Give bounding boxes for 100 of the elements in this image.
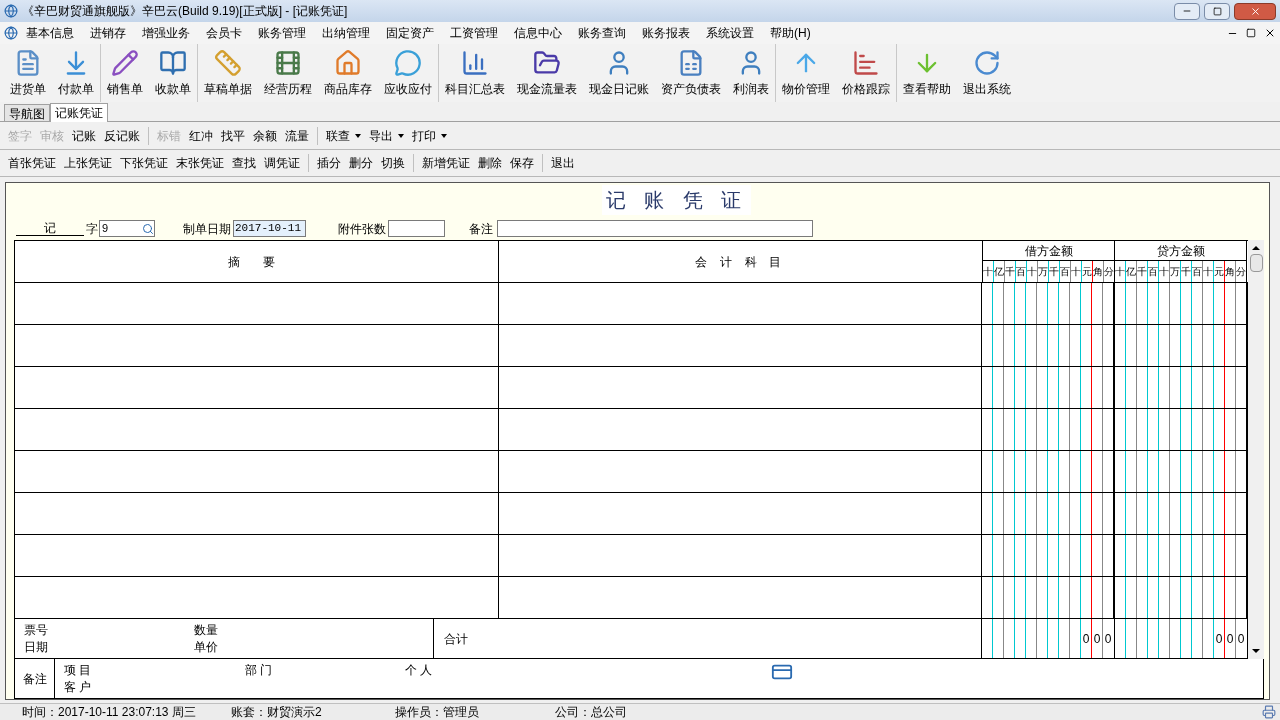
- nav-button[interactable]: 下张凭证: [116, 154, 172, 172]
- action-button[interactable]: 红冲: [185, 126, 217, 145]
- toolbar-button[interactable]: 物价管理: [776, 44, 836, 102]
- lookup-icon[interactable]: [142, 222, 154, 235]
- menu-item[interactable]: 账务报表: [634, 24, 698, 42]
- nav-button[interactable]: 保存: [506, 154, 538, 172]
- toolbar-button[interactable]: 经营历程: [258, 44, 318, 102]
- window-title: 《辛巴财贸通旗舰版》辛巴云(Build 9.19)[正式版] - [记账凭证]: [22, 3, 349, 20]
- restore-button[interactable]: [1204, 2, 1230, 20]
- menu-item[interactable]: 账务管理: [250, 24, 314, 42]
- customer-label: 客 户: [64, 678, 93, 696]
- voucher-type: 记: [16, 221, 84, 237]
- toolbar-button[interactable]: 现金流量表: [511, 44, 583, 102]
- nav-button[interactable]: 退出: [547, 154, 579, 172]
- menu-item[interactable]: 增强业务: [134, 24, 198, 42]
- note-field[interactable]: [497, 220, 813, 238]
- tab[interactable]: 记账凭证: [50, 103, 108, 122]
- digit-header: 千: [1137, 265, 1147, 279]
- voucher-type-label: 字: [86, 220, 98, 238]
- nav-button[interactable]: 上张凭证: [60, 154, 116, 172]
- total-digit: 0: [1082, 630, 1090, 648]
- toolbar-button[interactable]: 利润表: [727, 44, 775, 102]
- toolbar-button[interactable]: 商品库存: [318, 44, 378, 102]
- menu-item[interactable]: 出纳管理: [314, 24, 378, 42]
- caret-icon: [398, 133, 404, 138]
- nav-button[interactable]: 删除: [474, 154, 506, 172]
- action-button[interactable]: 记账: [68, 126, 100, 145]
- toolbar-button[interactable]: 资产负债表: [655, 44, 727, 102]
- status-text: 账套：财贸演示2: [231, 704, 323, 720]
- scroll-thumb[interactable]: [1249, 254, 1263, 272]
- toolbar-button[interactable]: 现金日记账: [583, 44, 655, 102]
- digit-header: 角: [1093, 265, 1103, 279]
- menu-item[interactable]: 会员卡: [198, 24, 250, 42]
- scroll-up-icon[interactable]: [1252, 246, 1260, 250]
- digit-header: 千: [1049, 265, 1059, 279]
- attachments-field[interactable]: [388, 220, 445, 238]
- toolbar-button[interactable]: 销售单: [101, 44, 149, 102]
- nav-button[interactable]: 首张凭证: [4, 154, 60, 172]
- action-button[interactable]: 找平: [217, 126, 249, 145]
- status-text: 公司：总公司: [555, 704, 628, 720]
- action-button[interactable]: 反记账: [100, 126, 144, 145]
- toolbar-button[interactable]: 价格跟踪: [836, 44, 896, 102]
- menu-item[interactable]: 信息中心: [506, 24, 570, 42]
- action-button[interactable]: 联查: [322, 126, 365, 145]
- menu-item[interactable]: 系统设置: [698, 24, 762, 42]
- menu-item[interactable]: 固定资产: [378, 24, 442, 42]
- action-button[interactable]: 打印: [408, 126, 451, 145]
- toolbar-button[interactable]: 查看帮助: [897, 44, 957, 102]
- digit-header: 万: [1038, 265, 1048, 279]
- nav-button[interactable]: 切换: [377, 154, 409, 172]
- digit-header: 万: [1170, 265, 1180, 279]
- action-button[interactable]: 导出: [365, 126, 408, 145]
- app-logo-icon: [4, 4, 18, 18]
- toolbar-button[interactable]: 科目汇总表: [439, 44, 511, 102]
- digit-header: 十: [1071, 265, 1081, 279]
- voucher-number-field[interactable]: 9: [99, 220, 155, 238]
- chat-bubble-icon: [394, 48, 422, 77]
- ruler-icon: [214, 48, 242, 77]
- toolbar-button[interactable]: 应收应付: [378, 44, 438, 102]
- digit-header: 千: [1181, 265, 1191, 279]
- ticket-label: 票号: [24, 621, 49, 639]
- menu-item[interactable]: 账务查询: [570, 24, 634, 42]
- menu-item[interactable]: 基本信息: [18, 24, 82, 42]
- scrollbar[interactable]: [1248, 240, 1264, 659]
- toolbar-button[interactable]: 草稿单据: [198, 44, 258, 102]
- nav-button[interactable]: 新增凭证: [418, 154, 474, 172]
- digit-header: 百: [1060, 265, 1070, 279]
- caret-icon: [441, 133, 447, 138]
- menu-item[interactable]: 工资管理: [442, 24, 506, 42]
- mdi-close-icon[interactable]: [1264, 27, 1276, 39]
- mdi-restore-icon[interactable]: [1246, 28, 1256, 38]
- app-menu-icon[interactable]: [4, 26, 18, 40]
- digit-header: 角: [1225, 265, 1235, 279]
- toolbar-button[interactable]: 收款单: [149, 44, 197, 102]
- digit-header: 分: [1104, 265, 1114, 279]
- toolbar-button[interactable]: 退出系统: [957, 44, 1017, 102]
- nav-button[interactable]: 末张凭证: [172, 154, 228, 172]
- total-label: 合计: [443, 630, 468, 648]
- price-label: 单价: [194, 638, 218, 656]
- refresh-icon: [973, 48, 1001, 77]
- nav-button[interactable]: 查找: [228, 154, 260, 172]
- printer-icon: [1262, 705, 1276, 719]
- close-button[interactable]: [1234, 2, 1276, 20]
- tab[interactable]: 导航图: [4, 104, 50, 121]
- scroll-down-icon[interactable]: [1252, 649, 1260, 653]
- toolbar-button[interactable]: 进货单: [4, 44, 52, 102]
- status-text: 时间：2017-10-11 23:07:13 周三: [22, 704, 197, 720]
- nav-button[interactable]: 调凭证: [260, 154, 304, 172]
- menu-item[interactable]: 帮助(H): [762, 24, 819, 42]
- bar-chart-icon: [461, 48, 489, 77]
- total-digit: 0: [1093, 630, 1101, 648]
- action-button[interactable]: 余额: [249, 126, 281, 145]
- nav-button[interactable]: 删分: [345, 154, 377, 172]
- menu-item[interactable]: 进销存: [82, 24, 134, 42]
- toolbar-button[interactable]: 付款单: [52, 44, 100, 102]
- action-button[interactable]: 流量: [281, 126, 313, 145]
- minimize-button[interactable]: [1174, 2, 1200, 20]
- date-field[interactable]: 2017-10-11: [233, 220, 306, 238]
- date-row-label: 日期: [24, 638, 49, 656]
- nav-button[interactable]: 插分: [313, 154, 345, 172]
